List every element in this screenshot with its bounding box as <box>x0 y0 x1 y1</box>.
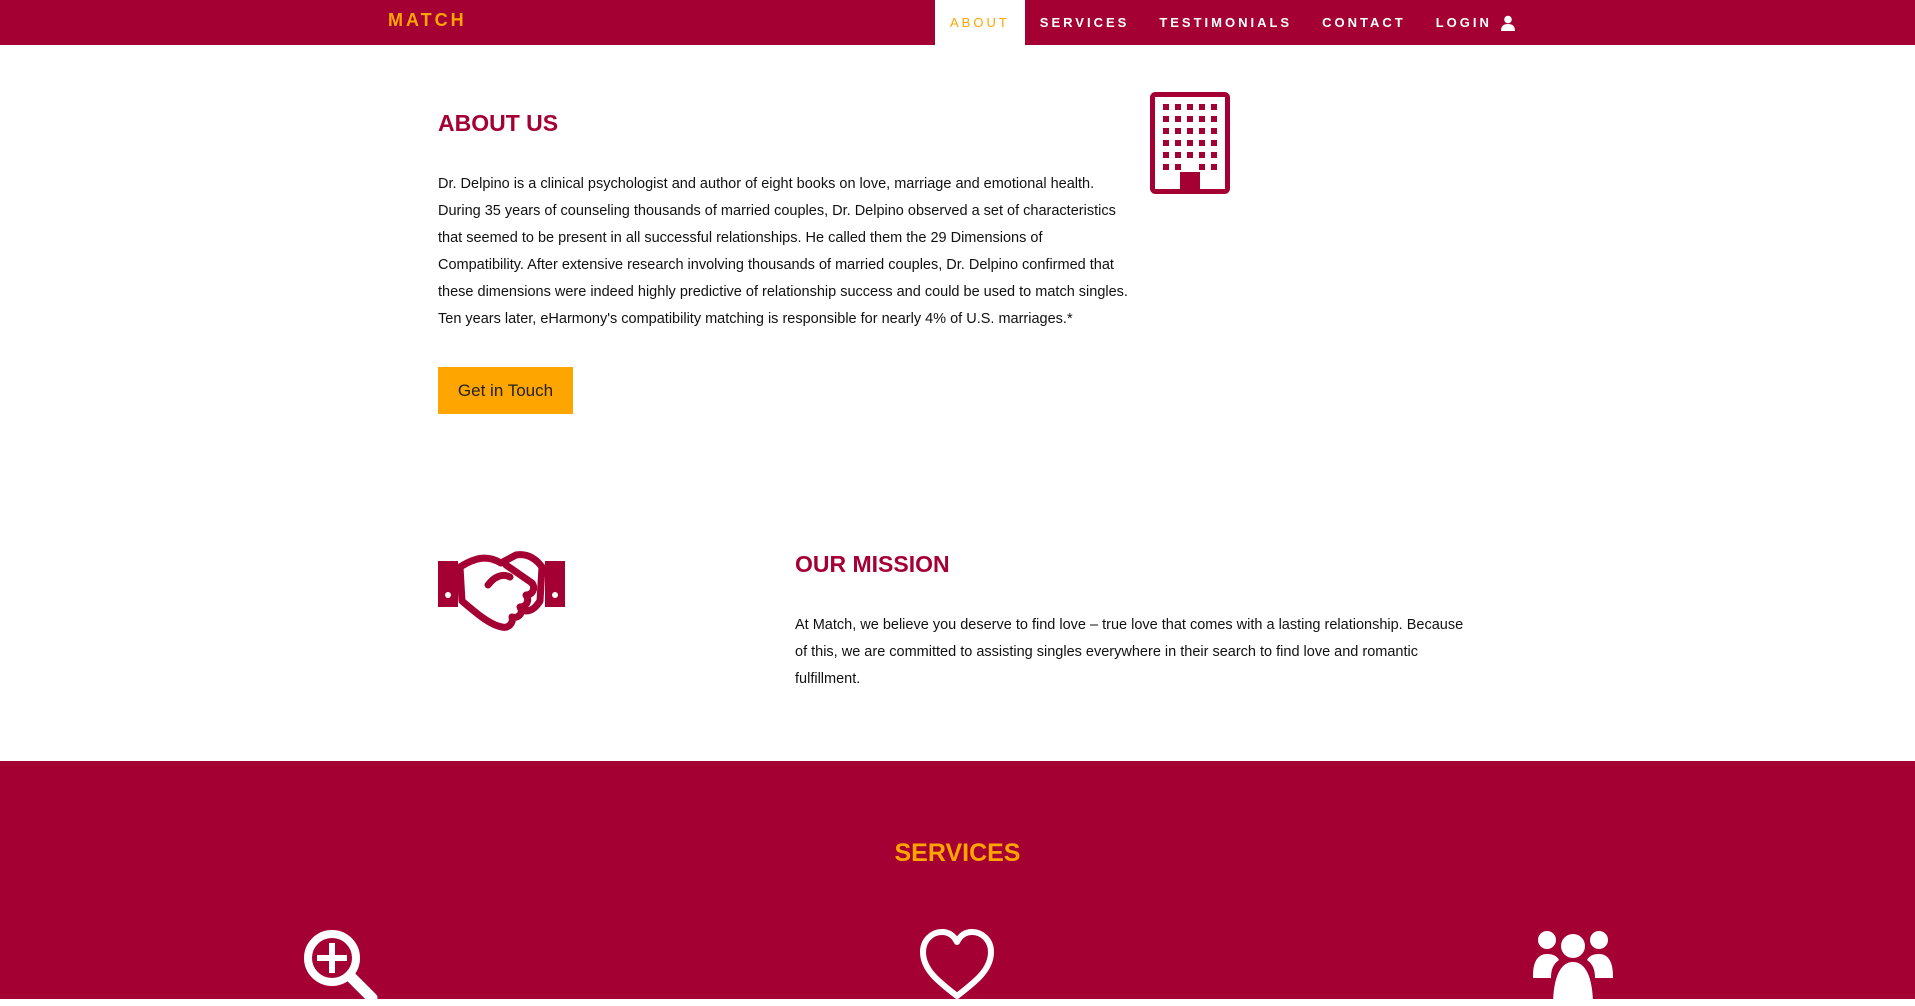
mission-title: OUR MISSION <box>795 551 950 577</box>
nav-item-services-label: SERVICES <box>1039 14 1130 30</box>
nav-item-login-label: LOGIN <box>1435 14 1492 30</box>
nav-item-about[interactable]: ABOUT <box>935 0 1025 45</box>
services-title: SERVICES <box>894 839 1021 867</box>
nav-item-services[interactable]: SERVICES <box>1025 0 1145 45</box>
about-text: Dr. Delpino is a clinical psychologist a… <box>438 176 1128 327</box>
get-in-touch-button[interactable]: Get in Touch <box>438 367 573 414</box>
about-title: ABOUT US <box>438 110 559 136</box>
group-icon <box>1533 931 1613 1006</box>
nav-item-testimonials[interactable]: TESTIMONIALS <box>1144 0 1307 45</box>
user-icon <box>1500 15 1515 31</box>
nav-item-contact[interactable]: CONTACT <box>1307 0 1421 45</box>
mission-text: At Match, we believe you deserve to find… <box>795 617 1464 687</box>
building-icon <box>1150 92 1230 194</box>
services-section: SERVICES <box>0 761 1915 1006</box>
handshake-icon <box>438 551 565 631</box>
nav-item-testimonials-label: TESTIMONIALS <box>1159 14 1293 30</box>
nav-menu: ABOUT SERVICES TESTIMONIALS CONTACT LOGI… <box>935 0 1531 45</box>
navbar: MATCH ABOUT SERVICES TESTIMONIALS CONTAC… <box>0 0 1915 45</box>
search-plus-icon <box>304 930 378 1004</box>
brand-logo[interactable]: MATCH <box>388 0 467 45</box>
heart-icon <box>920 929 994 999</box>
nav-item-login[interactable]: LOGIN <box>1421 0 1531 45</box>
nav-item-contact-label: CONTACT <box>1322 14 1406 30</box>
nav-item-about-label: ABOUT <box>950 14 1010 30</box>
